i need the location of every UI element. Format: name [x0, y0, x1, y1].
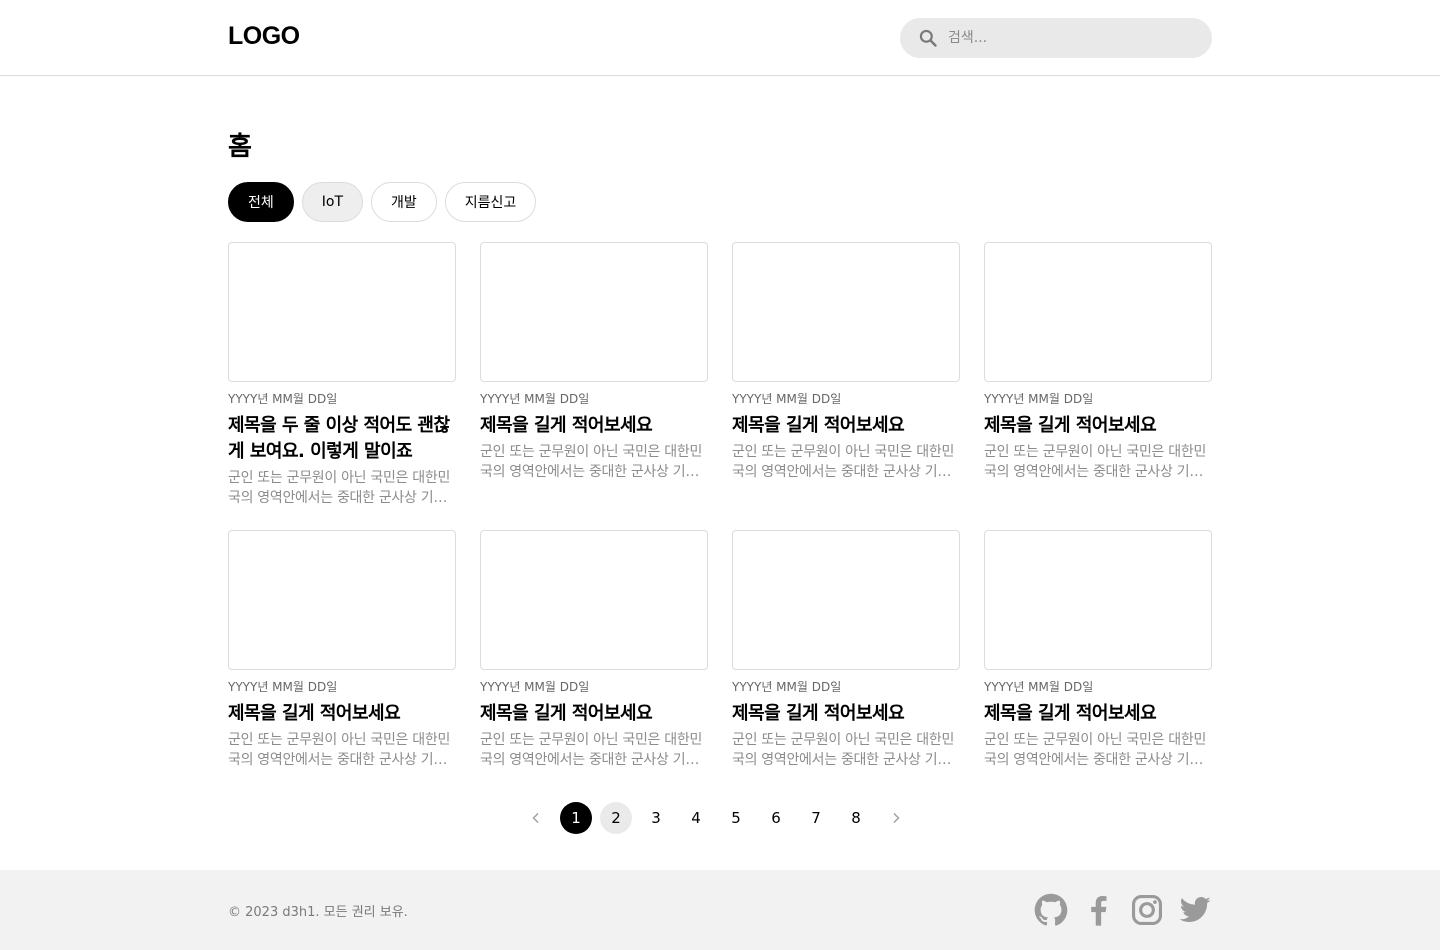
post-grid: YYYY년 MM월 DD일 제목을 두 줄 이상 적어도 괜찮게 보여요. 이렇…	[228, 242, 1212, 770]
post-title[interactable]: 제목을 길게 적어보세요	[480, 413, 708, 439]
post-date: YYYY년 MM월 DD일	[228, 392, 338, 406]
post-date: YYYY년 MM월 DD일	[480, 680, 590, 694]
page-button-7[interactable]: 7	[800, 802, 832, 834]
instagram-link[interactable]	[1130, 892, 1164, 928]
page-title: 홈	[228, 132, 252, 162]
post-excerpt: 군인 또는 군무원이 아닌 국민은 대한민국의 영역안에서는 중대한 군사상 기…	[480, 444, 703, 480]
page-button-3[interactable]: 3	[640, 802, 672, 834]
post-excerpt: 군인 또는 군무원이 아닌 국민은 대한민국의 영역안에서는 중대한 군사상 기…	[228, 732, 451, 768]
post-thumbnail[interactable]	[732, 530, 960, 670]
facebook-link[interactable]	[1082, 892, 1116, 928]
tab-deals[interactable]: 지름신고	[444, 182, 537, 222]
post-excerpt: 군인 또는 군무원이 아닌 국민은 대한민국의 영역안에서는 중대한 군사상 기…	[984, 444, 1207, 480]
post-title[interactable]: 제목을 길게 적어보세요	[984, 413, 1212, 439]
post-card[interactable]: YYYY년 MM월 DD일 제목을 길게 적어보세요 군인 또는 군무원이 아닌…	[480, 530, 708, 770]
search-input[interactable]	[948, 18, 1198, 58]
post-excerpt: 군인 또는 군무원이 아닌 국민은 대한민국의 영역안에서는 중대한 군사상 기…	[732, 444, 955, 480]
pagination: 1 2 3 4 5 6 7 8	[520, 802, 912, 834]
github-icon	[1034, 893, 1068, 926]
tab-all[interactable]: 전체	[228, 182, 294, 222]
post-date: YYYY년 MM월 DD일	[228, 680, 338, 694]
post-card[interactable]: YYYY년 MM월 DD일 제목을 길게 적어보세요 군인 또는 군무원이 아닌…	[228, 530, 456, 770]
page-button-8[interactable]: 8	[840, 802, 872, 834]
post-card[interactable]: YYYY년 MM월 DD일 제목을 길게 적어보세요 군인 또는 군무원이 아닌…	[732, 530, 960, 770]
logo[interactable]: LOGO	[228, 22, 300, 51]
search-bar[interactable]	[900, 18, 1212, 58]
post-thumbnail[interactable]	[480, 242, 708, 382]
post-date: YYYY년 MM월 DD일	[984, 392, 1094, 406]
post-excerpt: 군인 또는 군무원이 아닌 국민은 대한민국의 영역안에서는 중대한 군사상 기…	[480, 732, 703, 768]
post-title[interactable]: 제목을 길게 적어보세요	[732, 701, 960, 727]
chevron-right-icon	[893, 813, 900, 823]
post-excerpt: 군인 또는 군무원이 아닌 국민은 대한민국의 영역안에서는 중대한 군사상 기…	[732, 732, 955, 768]
post-date: YYYY년 MM월 DD일	[732, 392, 842, 406]
page-button-5[interactable]: 5	[720, 802, 752, 834]
post-card[interactable]: YYYY년 MM월 DD일 제목을 길게 적어보세요 군인 또는 군무원이 아닌…	[480, 242, 708, 508]
page-button-4[interactable]: 4	[680, 802, 712, 834]
post-thumbnail[interactable]	[984, 242, 1212, 382]
github-link[interactable]	[1034, 892, 1068, 928]
post-thumbnail[interactable]	[480, 530, 708, 670]
post-date: YYYY년 MM월 DD일	[984, 680, 1094, 694]
post-card[interactable]: YYYY년 MM월 DD일 제목을 길게 적어보세요 군인 또는 군무원이 아닌…	[984, 530, 1212, 770]
post-card[interactable]: YYYY년 MM월 DD일 제목을 길게 적어보세요 군인 또는 군무원이 아닌…	[984, 242, 1212, 508]
twitter-link[interactable]	[1178, 892, 1212, 928]
search-icon[interactable]	[918, 28, 938, 48]
post-title[interactable]: 제목을 길게 적어보세요	[984, 701, 1212, 727]
facebook-icon	[1091, 896, 1107, 926]
post-card[interactable]: YYYY년 MM월 DD일 제목을 길게 적어보세요 군인 또는 군무원이 아닌…	[732, 242, 960, 508]
post-thumbnail[interactable]	[228, 530, 456, 670]
twitter-icon	[1179, 896, 1211, 922]
site-header: LOGO	[0, 0, 1440, 76]
tab-iot[interactable]: IoT	[301, 182, 364, 222]
post-date: YYYY년 MM월 DD일	[480, 392, 590, 406]
post-thumbnail[interactable]	[732, 242, 960, 382]
post-thumbnail[interactable]	[228, 242, 456, 382]
post-excerpt: 군인 또는 군무원이 아닌 국민은 대한민국의 영역안에서는 중대한 군사상 기…	[984, 732, 1207, 768]
page-button-2[interactable]: 2	[600, 802, 632, 834]
post-excerpt: 군인 또는 군무원이 아닌 국민은 대한민국의 영역안에서는 중대한 군사상 기…	[228, 470, 451, 506]
page-button-1[interactable]: 1	[560, 802, 592, 834]
next-page-button[interactable]	[880, 802, 912, 834]
chevron-left-icon	[532, 813, 539, 823]
post-title[interactable]: 제목을 두 줄 이상 적어도 괜찮게 보여요. 이렇게 말이죠	[228, 413, 456, 465]
post-thumbnail[interactable]	[984, 530, 1212, 670]
post-date: YYYY년 MM월 DD일	[732, 680, 842, 694]
social-links	[1034, 892, 1212, 928]
post-title[interactable]: 제목을 길게 적어보세요	[480, 701, 708, 727]
post-title[interactable]: 제목을 길게 적어보세요	[732, 413, 960, 439]
prev-page-button[interactable]	[520, 802, 552, 834]
site-footer: © 2023 d3h1. 모든 권리 보유.	[0, 870, 1440, 950]
copyright-text: © 2023 d3h1. 모든 권리 보유.	[228, 905, 408, 920]
post-title[interactable]: 제목을 길게 적어보세요	[228, 701, 456, 727]
page-button-6[interactable]: 6	[760, 802, 792, 834]
instagram-icon	[1131, 894, 1163, 926]
category-tabs: 전체 IoT 개발 지름신고	[228, 182, 537, 222]
post-card[interactable]: YYYY년 MM월 DD일 제목을 두 줄 이상 적어도 괜찮게 보여요. 이렇…	[228, 242, 456, 508]
tab-dev[interactable]: 개발	[371, 182, 437, 222]
